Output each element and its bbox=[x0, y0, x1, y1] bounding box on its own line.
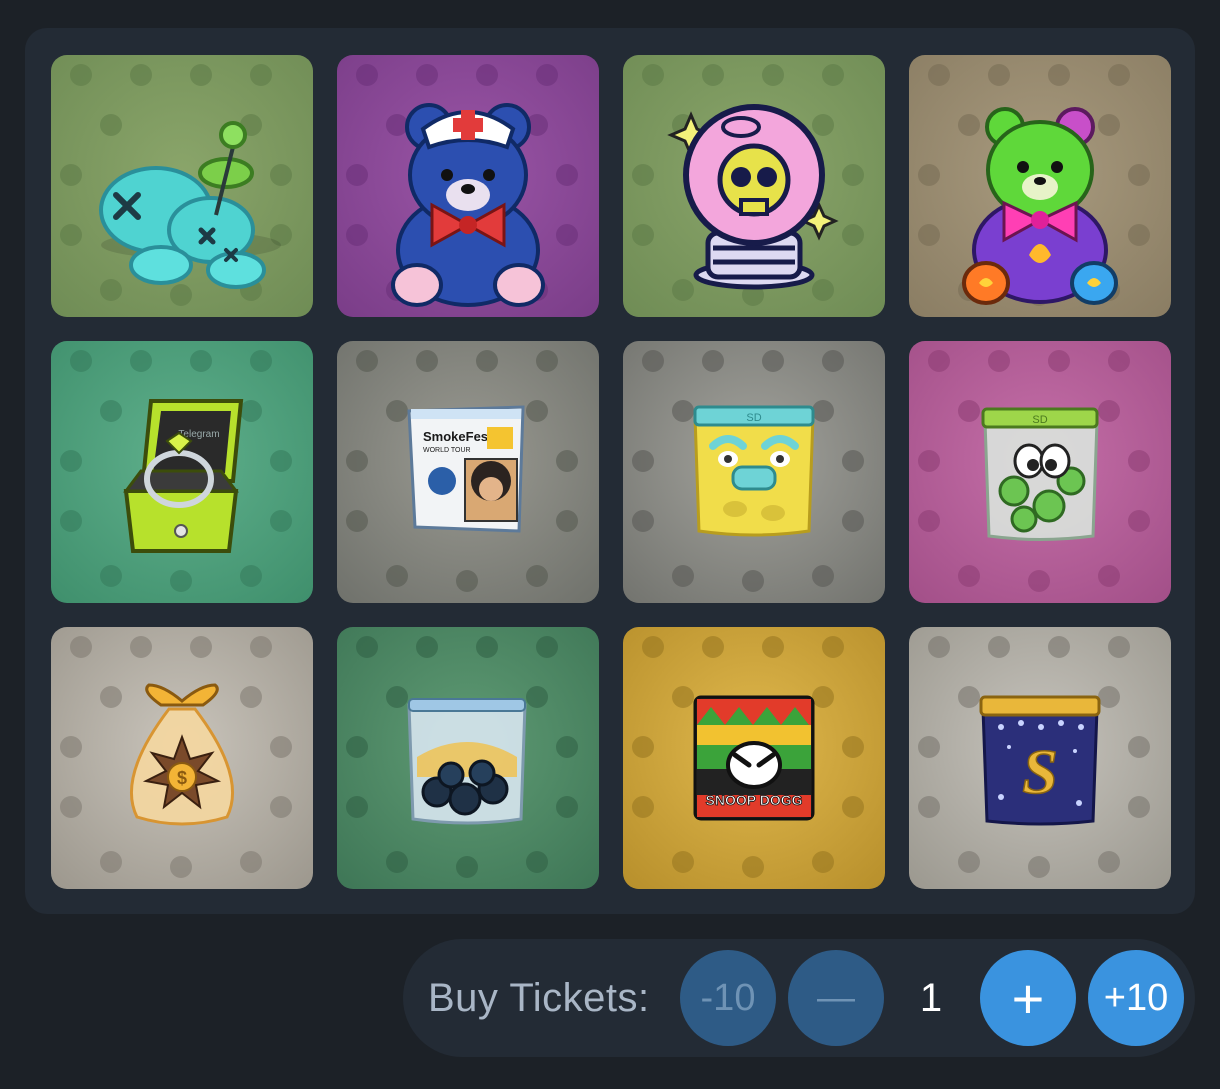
gift-tile-voodoo-doll[interactable] bbox=[51, 55, 313, 317]
gift-tile-dark-berries-bag[interactable] bbox=[337, 627, 599, 889]
gift-tile-green-eyes-bag[interactable]: SD bbox=[909, 341, 1171, 603]
gift-tile-green-teddy-bear[interactable] bbox=[909, 55, 1171, 317]
teddy-bear-icon bbox=[391, 103, 545, 307]
plus-icon: + bbox=[1011, 966, 1045, 1030]
green-bag-icon: SD bbox=[981, 407, 1099, 541]
sd-mark: SD bbox=[746, 412, 761, 424]
minus-icon: — bbox=[817, 976, 855, 1019]
gift-grid: Telegram SmokeFest WORLD TOUR SD SD $ SN… bbox=[51, 55, 1171, 889]
sd-mark: SD bbox=[1032, 414, 1047, 426]
minus-ten-button[interactable]: -10 bbox=[680, 950, 776, 1046]
gift-tile-dollar-leaf-bag[interactable]: $ bbox=[51, 627, 313, 889]
ring-box-icon: Telegram bbox=[123, 399, 244, 553]
voodoo-doll-icon bbox=[99, 121, 281, 289]
blue-bag-icon bbox=[407, 698, 527, 825]
s-mark: S bbox=[1022, 736, 1058, 807]
smokefest-title: SmokeFest bbox=[423, 429, 493, 444]
smokefest-subtitle: WORLD TOUR bbox=[423, 447, 471, 454]
gift-grid-panel: Telegram SmokeFest WORLD TOUR SD SD $ SN… bbox=[25, 28, 1195, 914]
buy-tickets-label: Buy Tickets: bbox=[428, 976, 650, 1020]
gift-tile-yellow-face-bag[interactable]: SD bbox=[623, 341, 885, 603]
ticket-purchase-bar: Buy Tickets: -10 — 1 + +10 bbox=[403, 939, 1195, 1057]
smokefest-bag-icon: SmokeFest WORLD TOUR bbox=[407, 405, 525, 533]
gift-tile-smokefest-bag[interactable]: SmokeFest WORLD TOUR bbox=[337, 341, 599, 603]
ticket-quantity: 1 bbox=[919, 976, 943, 1020]
s-bag-icon: S bbox=[979, 695, 1101, 826]
minus-button[interactable]: — bbox=[788, 950, 884, 1046]
snoop-dogg-label: SNOOP DOGG bbox=[706, 792, 803, 808]
dollar-mark: $ bbox=[177, 768, 187, 788]
gift-tile-snoop-dogg-bag[interactable]: SNOOP DOGG bbox=[623, 627, 885, 889]
plus-button[interactable]: + bbox=[980, 950, 1076, 1046]
gift-tile-skull-crystal-ball[interactable] bbox=[623, 55, 885, 317]
crystal-ball-icon bbox=[667, 104, 839, 290]
snoop-dogg-bag-icon: SNOOP DOGG bbox=[693, 695, 815, 821]
gift-tile-ring-box[interactable]: Telegram bbox=[51, 341, 313, 603]
gift-tile-nurse-teddy-bear[interactable] bbox=[337, 55, 599, 317]
dollar-bag-icon: $ bbox=[130, 683, 234, 826]
plus-ten-button[interactable]: +10 bbox=[1088, 950, 1184, 1046]
gift-tile-blue-s-bag[interactable]: S bbox=[909, 627, 1171, 889]
teddy-bear-icon bbox=[962, 107, 1118, 305]
yellow-bag-icon: SD bbox=[693, 405, 815, 537]
